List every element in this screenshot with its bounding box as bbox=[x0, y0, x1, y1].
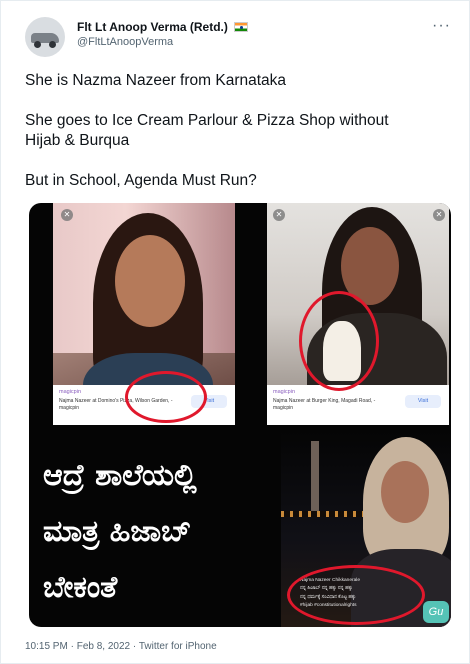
tweet-footer: 10:15 PM · Feb 8, 2022 · Twitter for iPh… bbox=[25, 641, 217, 652]
wheel-shape bbox=[34, 41, 41, 48]
kannada-line-1: ಆದ್ರೆ ಶಾಲೆಯಲ್ಲಿ bbox=[43, 458, 197, 493]
visit-button: Visit bbox=[405, 395, 441, 408]
red-circle-annotation bbox=[125, 371, 207, 423]
tweet-media-image[interactable]: ✕ magicpin Najma Nazeer at Domino's Pizz… bbox=[29, 203, 451, 627]
magicpin-card-2: magicpin Najma Nazeer at Burger King, Ma… bbox=[267, 385, 449, 425]
close-icon: ✕ bbox=[433, 209, 445, 221]
close-icon: ✕ bbox=[61, 209, 73, 221]
kannada-line-3: ಬೇಕಂತೆ bbox=[43, 570, 118, 605]
tweet-text: She is Nazma Nazeer from Karnataka She g… bbox=[25, 71, 445, 211]
close-icon: ✕ bbox=[273, 209, 285, 221]
kannada-caption: ಆದ್ರೆ ಶಾಲೆಯಲ್ಲಿ ಮಾತ್ರ ಹಿಜಾಬ್ ಬೇಕಂತೆ bbox=[37, 448, 267, 616]
tweet-paragraph-1: She is Nazma Nazeer from Karnataka bbox=[25, 72, 287, 89]
user-handle[interactable]: @FltLtAnoopVerma bbox=[77, 35, 248, 50]
kannada-line-2: ಮಾತ್ರ ಹಿಜಾಬ್ bbox=[43, 514, 192, 549]
avatar[interactable] bbox=[25, 17, 65, 57]
card-caption: Najma Nazeer at Burger King, Magadi Road… bbox=[273, 398, 376, 411]
tweet-header: Flt Lt Anoop Verma (Retd.) @FltLtAnoopVe… bbox=[25, 17, 455, 57]
display-name[interactable]: Flt Lt Anoop Verma (Retd.) bbox=[77, 20, 249, 35]
tweet-time[interactable]: 10:15 PM bbox=[25, 641, 68, 652]
tweet-date[interactable]: Feb 8, 2022 bbox=[77, 641, 130, 652]
wheel-shape bbox=[49, 41, 56, 48]
tweet-card: Flt Lt Anoop Verma (Retd.) @FltLtAnoopVe… bbox=[0, 0, 470, 664]
red-circle-annotation bbox=[287, 565, 425, 625]
watermark-badge: Gu bbox=[423, 601, 449, 623]
tweet-paragraph-2: She goes to Ice Cream Parlour & Pizza Sh… bbox=[25, 112, 389, 149]
user-names: Flt Lt Anoop Verma (Retd.) @FltLtAnoopVe… bbox=[77, 20, 249, 50]
separator: · bbox=[132, 641, 137, 652]
separator: · bbox=[70, 641, 74, 652]
more-options-icon[interactable]: ··· bbox=[432, 17, 451, 35]
tweet-source[interactable]: Twitter for iPhone bbox=[139, 641, 217, 652]
tweet-paragraph-3: But in School, Agenda Must Run? bbox=[25, 172, 257, 189]
display-name-text[interactable]: Flt Lt Anoop Verma (Retd.) bbox=[77, 20, 228, 34]
red-circle-annotation bbox=[299, 291, 379, 391]
india-flag-icon bbox=[234, 22, 249, 32]
